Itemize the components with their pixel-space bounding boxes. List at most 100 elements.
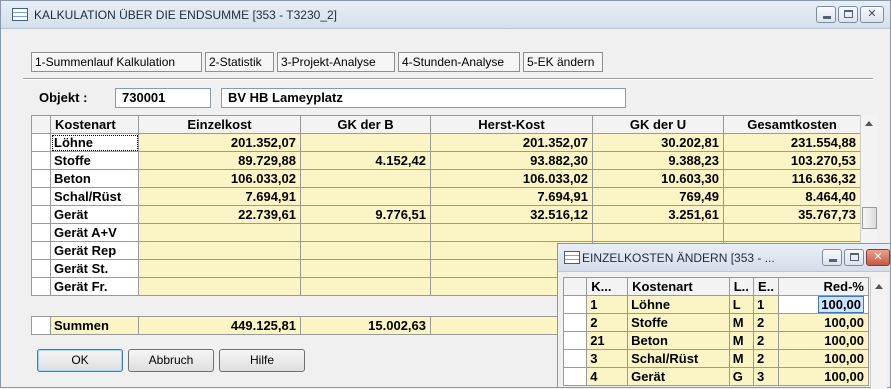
col-herst-kost[interactable]: Herst-Kost [430, 115, 593, 134]
cell-red-percent[interactable]: 100,00 [778, 295, 869, 314]
cell-gk-u[interactable]: 10.603,30 [592, 169, 724, 188]
row-indicator[interactable] [31, 241, 51, 260]
row-indicator[interactable] [562, 331, 588, 350]
col-gk-der-b[interactable]: GK der B [300, 115, 431, 134]
col-gesamtkosten[interactable]: Gesamtkosten [723, 115, 861, 134]
row-indicator[interactable] [31, 205, 51, 224]
cell-herst[interactable]: 93.882,30 [430, 151, 593, 170]
cell-gesamt[interactable]: 35.767,73 [723, 205, 861, 224]
cell-gk-u[interactable]: 9.388,23 [592, 151, 724, 170]
cell-k[interactable]: 4 [586, 367, 629, 386]
close-button[interactable]: ✕ [860, 6, 884, 23]
cell-e[interactable]: 2 [753, 313, 780, 332]
dialog-scrollbar[interactable] [870, 277, 887, 389]
tab-summenlauf[interactable]: 1-Summenlauf Kalkulation [31, 52, 202, 72]
row-indicator[interactable] [31, 259, 51, 278]
cell-e[interactable]: 2 [753, 331, 780, 350]
cell-gk-b[interactable] [300, 223, 431, 242]
cell-gk-u[interactable] [592, 223, 724, 242]
table-row[interactable]: Gerät 22.739,61 9.776,51 32.516,12 3.251… [31, 205, 861, 224]
cell-kostenart[interactable]: Gerät Fr. [50, 277, 139, 296]
row-indicator[interactable] [31, 169, 51, 188]
cell-gk-u[interactable]: 769,49 [592, 187, 724, 206]
cell-k[interactable]: 2 [586, 313, 629, 332]
cell-einzelkost[interactable] [138, 277, 301, 296]
cell-kostenart[interactable]: Gerät A+V [50, 223, 139, 242]
dialog-title-bar[interactable]: EINZELKOSTEN ÄNDERN [353 - ... ✕ [558, 244, 890, 272]
col-kostenart[interactable]: Kostenart [50, 115, 139, 134]
scroll-thumb[interactable] [862, 207, 877, 229]
row-indicator[interactable] [31, 151, 51, 170]
table-row[interactable]: Stoffe 89.729,88 4.152,42 93.882,30 9.38… [31, 151, 861, 170]
cell-gk-b[interactable] [300, 241, 431, 260]
cell-einzelkost[interactable]: 106.033,02 [138, 169, 301, 188]
title-bar[interactable]: KALKULATION ÜBER DIE ENDSUMME [353 - T32… [1, 1, 890, 29]
red-percent-input[interactable]: 100,00 [818, 296, 864, 313]
cell-kostenart[interactable]: Löhne [627, 295, 730, 314]
row-indicator[interactable] [562, 313, 588, 332]
cell-einzelkost[interactable]: 22.739,61 [138, 205, 301, 224]
cell-red-percent[interactable]: 100,00 [778, 349, 869, 368]
cell-gesamt[interactable]: 103.270,53 [723, 151, 861, 170]
cell-gesamt[interactable]: 8.464,40 [723, 187, 861, 206]
cell-k[interactable]: 1 [586, 295, 629, 314]
table-row[interactable]: 21 Beton M 2 100,00 [562, 331, 869, 350]
table-row[interactable]: 2 Stoffe M 2 100,00 [562, 313, 869, 332]
cell-l[interactable]: G [728, 367, 755, 386]
cell-red-percent[interactable]: 100,00 [778, 331, 869, 350]
cell-e[interactable]: 1 [753, 295, 780, 314]
cell-gesamt[interactable]: 116.636,32 [723, 169, 861, 188]
cell-red-percent[interactable]: 100,00 [778, 367, 869, 386]
table-row[interactable]: 3 Schal/Rüst M 2 100,00 [562, 349, 869, 368]
tab-stunden-analyse[interactable]: 4-Stunden-Analyse [398, 52, 520, 72]
cell-e[interactable]: 3 [753, 367, 780, 386]
cell-einzelkost[interactable] [138, 241, 301, 260]
cell-einzelkost[interactable]: 201.352,07 [138, 133, 301, 152]
cell-k[interactable]: 21 [586, 331, 629, 350]
cell-l[interactable]: M [728, 349, 755, 368]
col-red-percent[interactable]: Red-% [778, 277, 869, 296]
cell-red-percent[interactable]: 100,00 [778, 313, 869, 332]
cell-gk-u[interactable]: 3.251,61 [592, 205, 724, 224]
cell-einzelkost[interactable] [138, 259, 301, 278]
cell-herst[interactable] [430, 223, 593, 242]
minimize-button[interactable] [816, 6, 836, 23]
cell-l[interactable]: L [728, 295, 755, 314]
cell-kostenart[interactable]: Stoffe [627, 313, 730, 332]
cell-gk-b[interactable] [300, 187, 431, 206]
tab-statistik[interactable]: 2-Statistik [205, 52, 274, 72]
table-row[interactable]: 1 Löhne L 1 100,00 [562, 295, 869, 314]
scroll-up-icon[interactable] [875, 284, 883, 289]
tab-ek-aendern[interactable]: 5-EK ändern [523, 52, 603, 72]
row-indicator[interactable] [562, 367, 588, 386]
cell-kostenart[interactable]: Beton [50, 169, 139, 188]
cell-l[interactable]: M [728, 331, 755, 350]
col-kostenart[interactable]: Kostenart [627, 277, 730, 296]
cell-gk-b[interactable] [300, 133, 431, 152]
cell-einzelkost[interactable] [138, 223, 301, 242]
col-l[interactable]: L.. [728, 277, 755, 296]
col-gk-der-u[interactable]: GK der U [592, 115, 724, 134]
table-row[interactable]: Gerät A+V [31, 223, 861, 242]
cell-gk-u[interactable]: 30.202,81 [592, 133, 724, 152]
cell-gk-b[interactable]: 9.776,51 [300, 205, 431, 224]
cell-gk-b[interactable] [300, 259, 431, 278]
cell-gk-b[interactable] [300, 169, 431, 188]
cell-herst[interactable]: 201.352,07 [430, 133, 593, 152]
cell-l[interactable]: M [728, 313, 755, 332]
row-indicator[interactable] [562, 295, 588, 314]
abbruch-button[interactable]: Abbruch [128, 349, 214, 372]
row-indicator[interactable] [31, 187, 51, 206]
row-indicator[interactable] [31, 277, 51, 296]
row-indicator[interactable] [562, 349, 588, 368]
cell-kostenart[interactable]: Gerät St. [50, 259, 139, 278]
cell-k[interactable]: 3 [586, 349, 629, 368]
cell-kostenart[interactable]: Gerät Rep [50, 241, 139, 260]
col-k[interactable]: K... [586, 277, 629, 296]
cell-gk-b[interactable]: 4.152,42 [300, 151, 431, 170]
table-row[interactable]: Schal/Rüst 7.694,91 7.694,91 769,49 8.46… [31, 187, 861, 206]
cell-gesamt[interactable]: 231.554,88 [723, 133, 861, 152]
cell-kostenart[interactable]: Gerät [50, 205, 139, 224]
table-row[interactable]: Beton 106.033,02 106.033,02 10.603,30 11… [31, 169, 861, 188]
cell-kostenart[interactable]: Beton [627, 331, 730, 350]
